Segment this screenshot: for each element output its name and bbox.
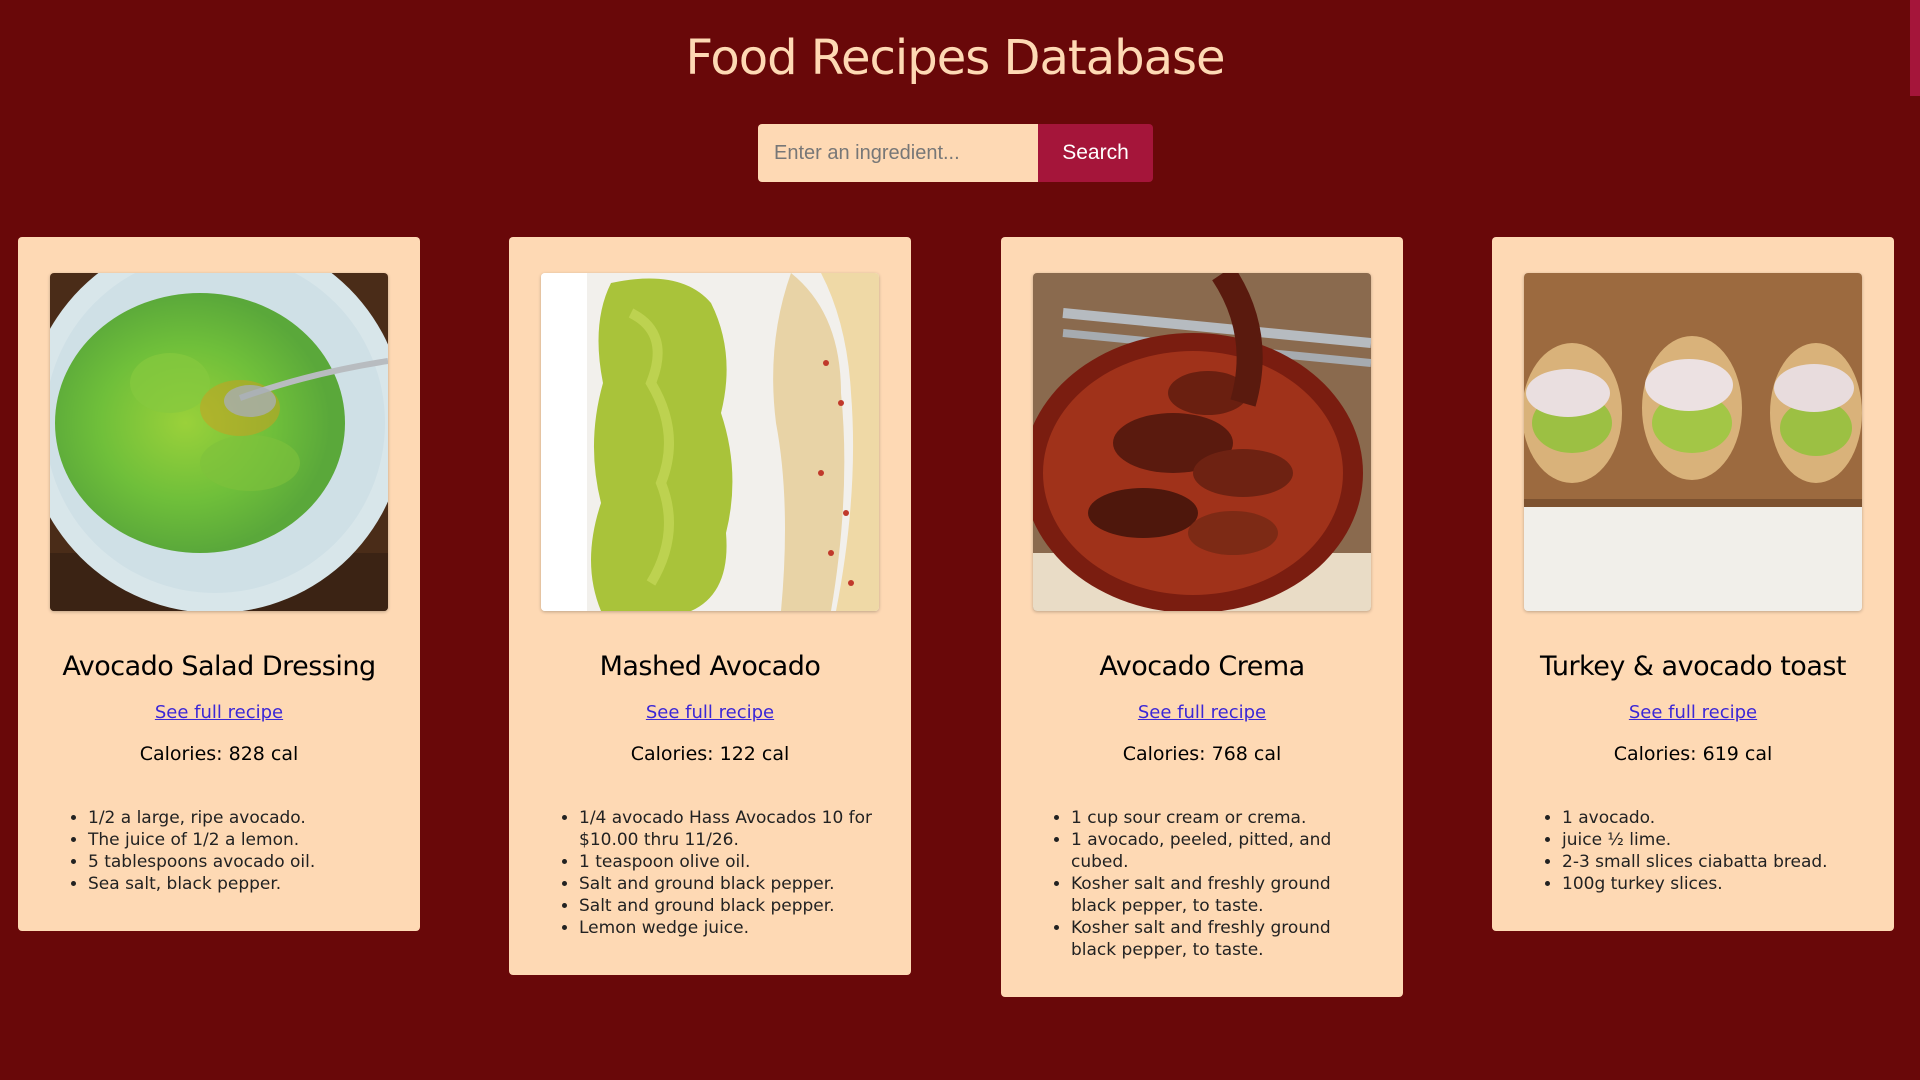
recipe-card: Turkey & avocado toast See full recipe C… bbox=[1492, 237, 1894, 931]
page-title: Food Recipes Database bbox=[685, 30, 1225, 86]
ingredient-item: 1/4 avocado Hass Avocados 10 for $10.00 … bbox=[579, 807, 879, 851]
recipe-card: Avocado Crema See full recipe Calories: … bbox=[1001, 237, 1403, 997]
ingredient-item: Kosher salt and freshly ground black pep… bbox=[1071, 917, 1371, 961]
recipe-title: Avocado Crema bbox=[1099, 651, 1305, 682]
recipe-title: Turkey & avocado toast bbox=[1539, 651, 1847, 682]
ingredient-item: Sea salt, black pepper. bbox=[88, 873, 388, 895]
recipe-title: Mashed Avocado bbox=[599, 651, 821, 682]
search-button[interactable]: Search bbox=[1038, 124, 1153, 182]
ingredient-item: Salt and ground black pepper. bbox=[579, 895, 879, 917]
ingredient-search-input[interactable] bbox=[758, 124, 1038, 182]
recipe-image-turkey-avocado-toast bbox=[1524, 273, 1862, 611]
ingredient-item: 1 cup sour cream or crema. bbox=[1071, 807, 1371, 829]
ingredient-item: 1 avocado, peeled, pitted, and cubed. bbox=[1071, 829, 1371, 873]
ingredient-list: 1/2 a large, ripe avocado. The juice of … bbox=[50, 807, 388, 895]
search-bar: Search bbox=[758, 124, 1153, 182]
ingredient-item: 100g turkey slices. bbox=[1562, 873, 1862, 895]
ingredient-list: 1/4 avocado Hass Avocados 10 for $10.00 … bbox=[541, 807, 879, 939]
recipe-calories: Calories: 768 cal bbox=[1122, 743, 1282, 765]
ingredient-item: 2-3 small slices ciabatta bread. bbox=[1562, 851, 1862, 873]
ingredient-item: juice ½ lime. bbox=[1562, 829, 1862, 851]
ingredient-item: 1/2 a large, ripe avocado. bbox=[88, 807, 388, 829]
recipe-card: Mashed Avocado See full recipe Calories:… bbox=[509, 237, 911, 975]
recipe-card: Avocado Salad Dressing See full recipe C… bbox=[18, 237, 420, 931]
see-full-recipe-link[interactable]: See full recipe bbox=[1524, 702, 1862, 723]
see-full-recipe-link[interactable]: See full recipe bbox=[50, 702, 388, 723]
scrollbar-thumb[interactable] bbox=[1910, 0, 1920, 96]
recipe-image-avocado-crema bbox=[1033, 273, 1371, 611]
see-full-recipe-link[interactable]: See full recipe bbox=[1033, 702, 1371, 723]
see-full-recipe-link[interactable]: See full recipe bbox=[541, 702, 879, 723]
ingredient-list: 1 avocado. juice ½ lime. 2-3 small slice… bbox=[1524, 807, 1862, 895]
recipe-calories: Calories: 619 cal bbox=[1613, 743, 1773, 765]
ingredient-item: Lemon wedge juice. bbox=[579, 917, 879, 939]
ingredient-list: 1 cup sour cream or crema. 1 avocado, pe… bbox=[1033, 807, 1371, 961]
recipe-calories: Calories: 828 cal bbox=[139, 743, 299, 765]
ingredient-item: Salt and ground black pepper. bbox=[579, 873, 879, 895]
recipe-image-mashed-avocado bbox=[541, 273, 879, 611]
ingredient-item: The juice of 1/2 a lemon. bbox=[88, 829, 388, 851]
ingredient-item: Kosher salt and freshly ground black pep… bbox=[1071, 873, 1371, 917]
recipe-image-avocado-dressing bbox=[50, 273, 388, 611]
ingredient-item: 1 teaspoon olive oil. bbox=[579, 851, 879, 873]
recipe-title: Avocado Salad Dressing bbox=[62, 651, 376, 682]
ingredient-item: 5 tablespoons avocado oil. bbox=[88, 851, 388, 873]
recipe-calories: Calories: 122 cal bbox=[630, 743, 790, 765]
ingredient-item: 1 avocado. bbox=[1562, 807, 1862, 829]
